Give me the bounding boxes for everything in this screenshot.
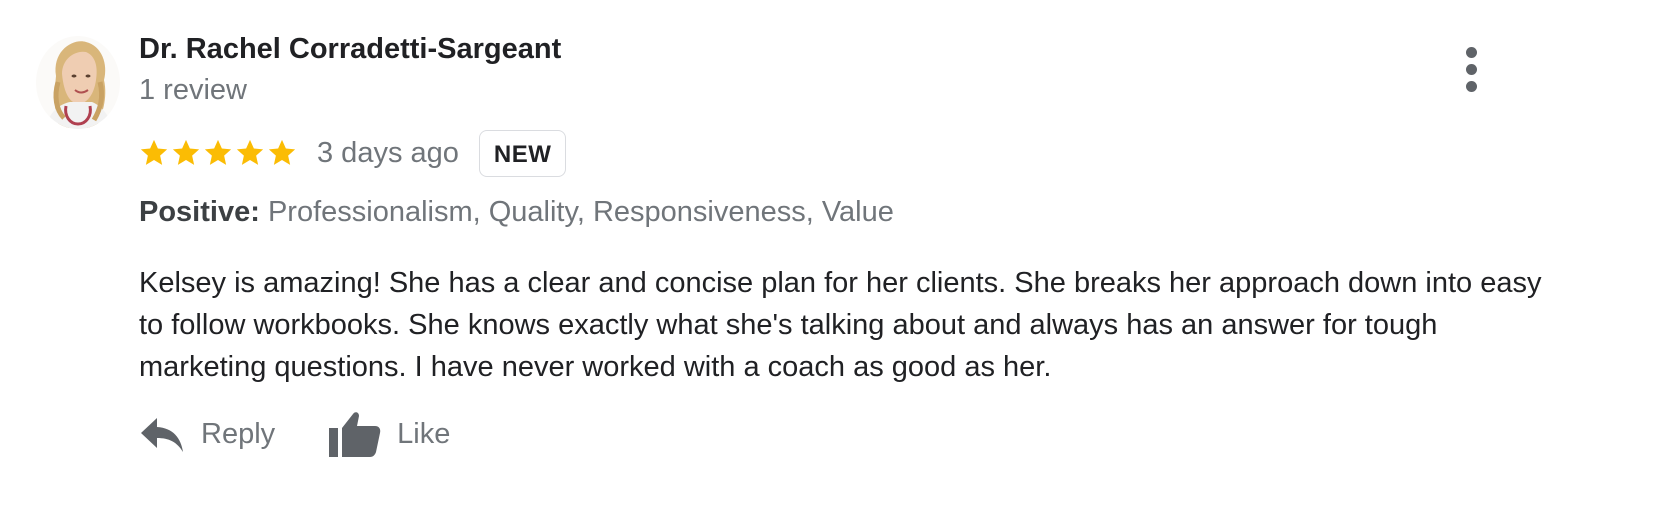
like-button[interactable]: Like bbox=[327, 410, 450, 458]
new-badge: NEW bbox=[478, 129, 567, 177]
reviewer-avatar-photo bbox=[36, 36, 120, 129]
reply-button[interactable]: Reply bbox=[139, 414, 275, 454]
reply-arrow-icon bbox=[141, 418, 183, 452]
like-label: Like bbox=[397, 417, 451, 450]
rating-row: 3 days ago NEW bbox=[139, 128, 567, 178]
star-icon bbox=[268, 139, 296, 165]
star-rating bbox=[139, 138, 297, 168]
star-icon bbox=[204, 139, 232, 165]
highlights-label: Positive: bbox=[139, 196, 260, 228]
more-vert-icon bbox=[1465, 80, 1477, 92]
more-vert-icon bbox=[1465, 46, 1477, 58]
review-actions: Reply Like bbox=[139, 410, 450, 458]
review-highlights: Positive: Professionalism, Quality, Resp… bbox=[139, 196, 894, 229]
reply-label: Reply bbox=[201, 417, 276, 450]
star-icon bbox=[172, 139, 200, 165]
avatar[interactable] bbox=[36, 36, 120, 129]
review-time: 3 days ago bbox=[317, 136, 459, 169]
star-icon bbox=[236, 139, 264, 165]
star-icon bbox=[140, 139, 168, 165]
more-options-button[interactable] bbox=[1456, 44, 1486, 94]
highlights-value: Professionalism, Quality, Responsiveness… bbox=[267, 196, 894, 228]
reviewer-name[interactable]: Dr. Rachel Corradetti-Sargeant bbox=[139, 33, 561, 66]
thumbs-up-icon bbox=[329, 412, 381, 457]
review-text: Kelsey is amazing! She has a clear and c… bbox=[139, 267, 1542, 383]
more-vert-icon bbox=[1465, 63, 1477, 75]
review-count[interactable]: 1 review bbox=[139, 74, 247, 107]
